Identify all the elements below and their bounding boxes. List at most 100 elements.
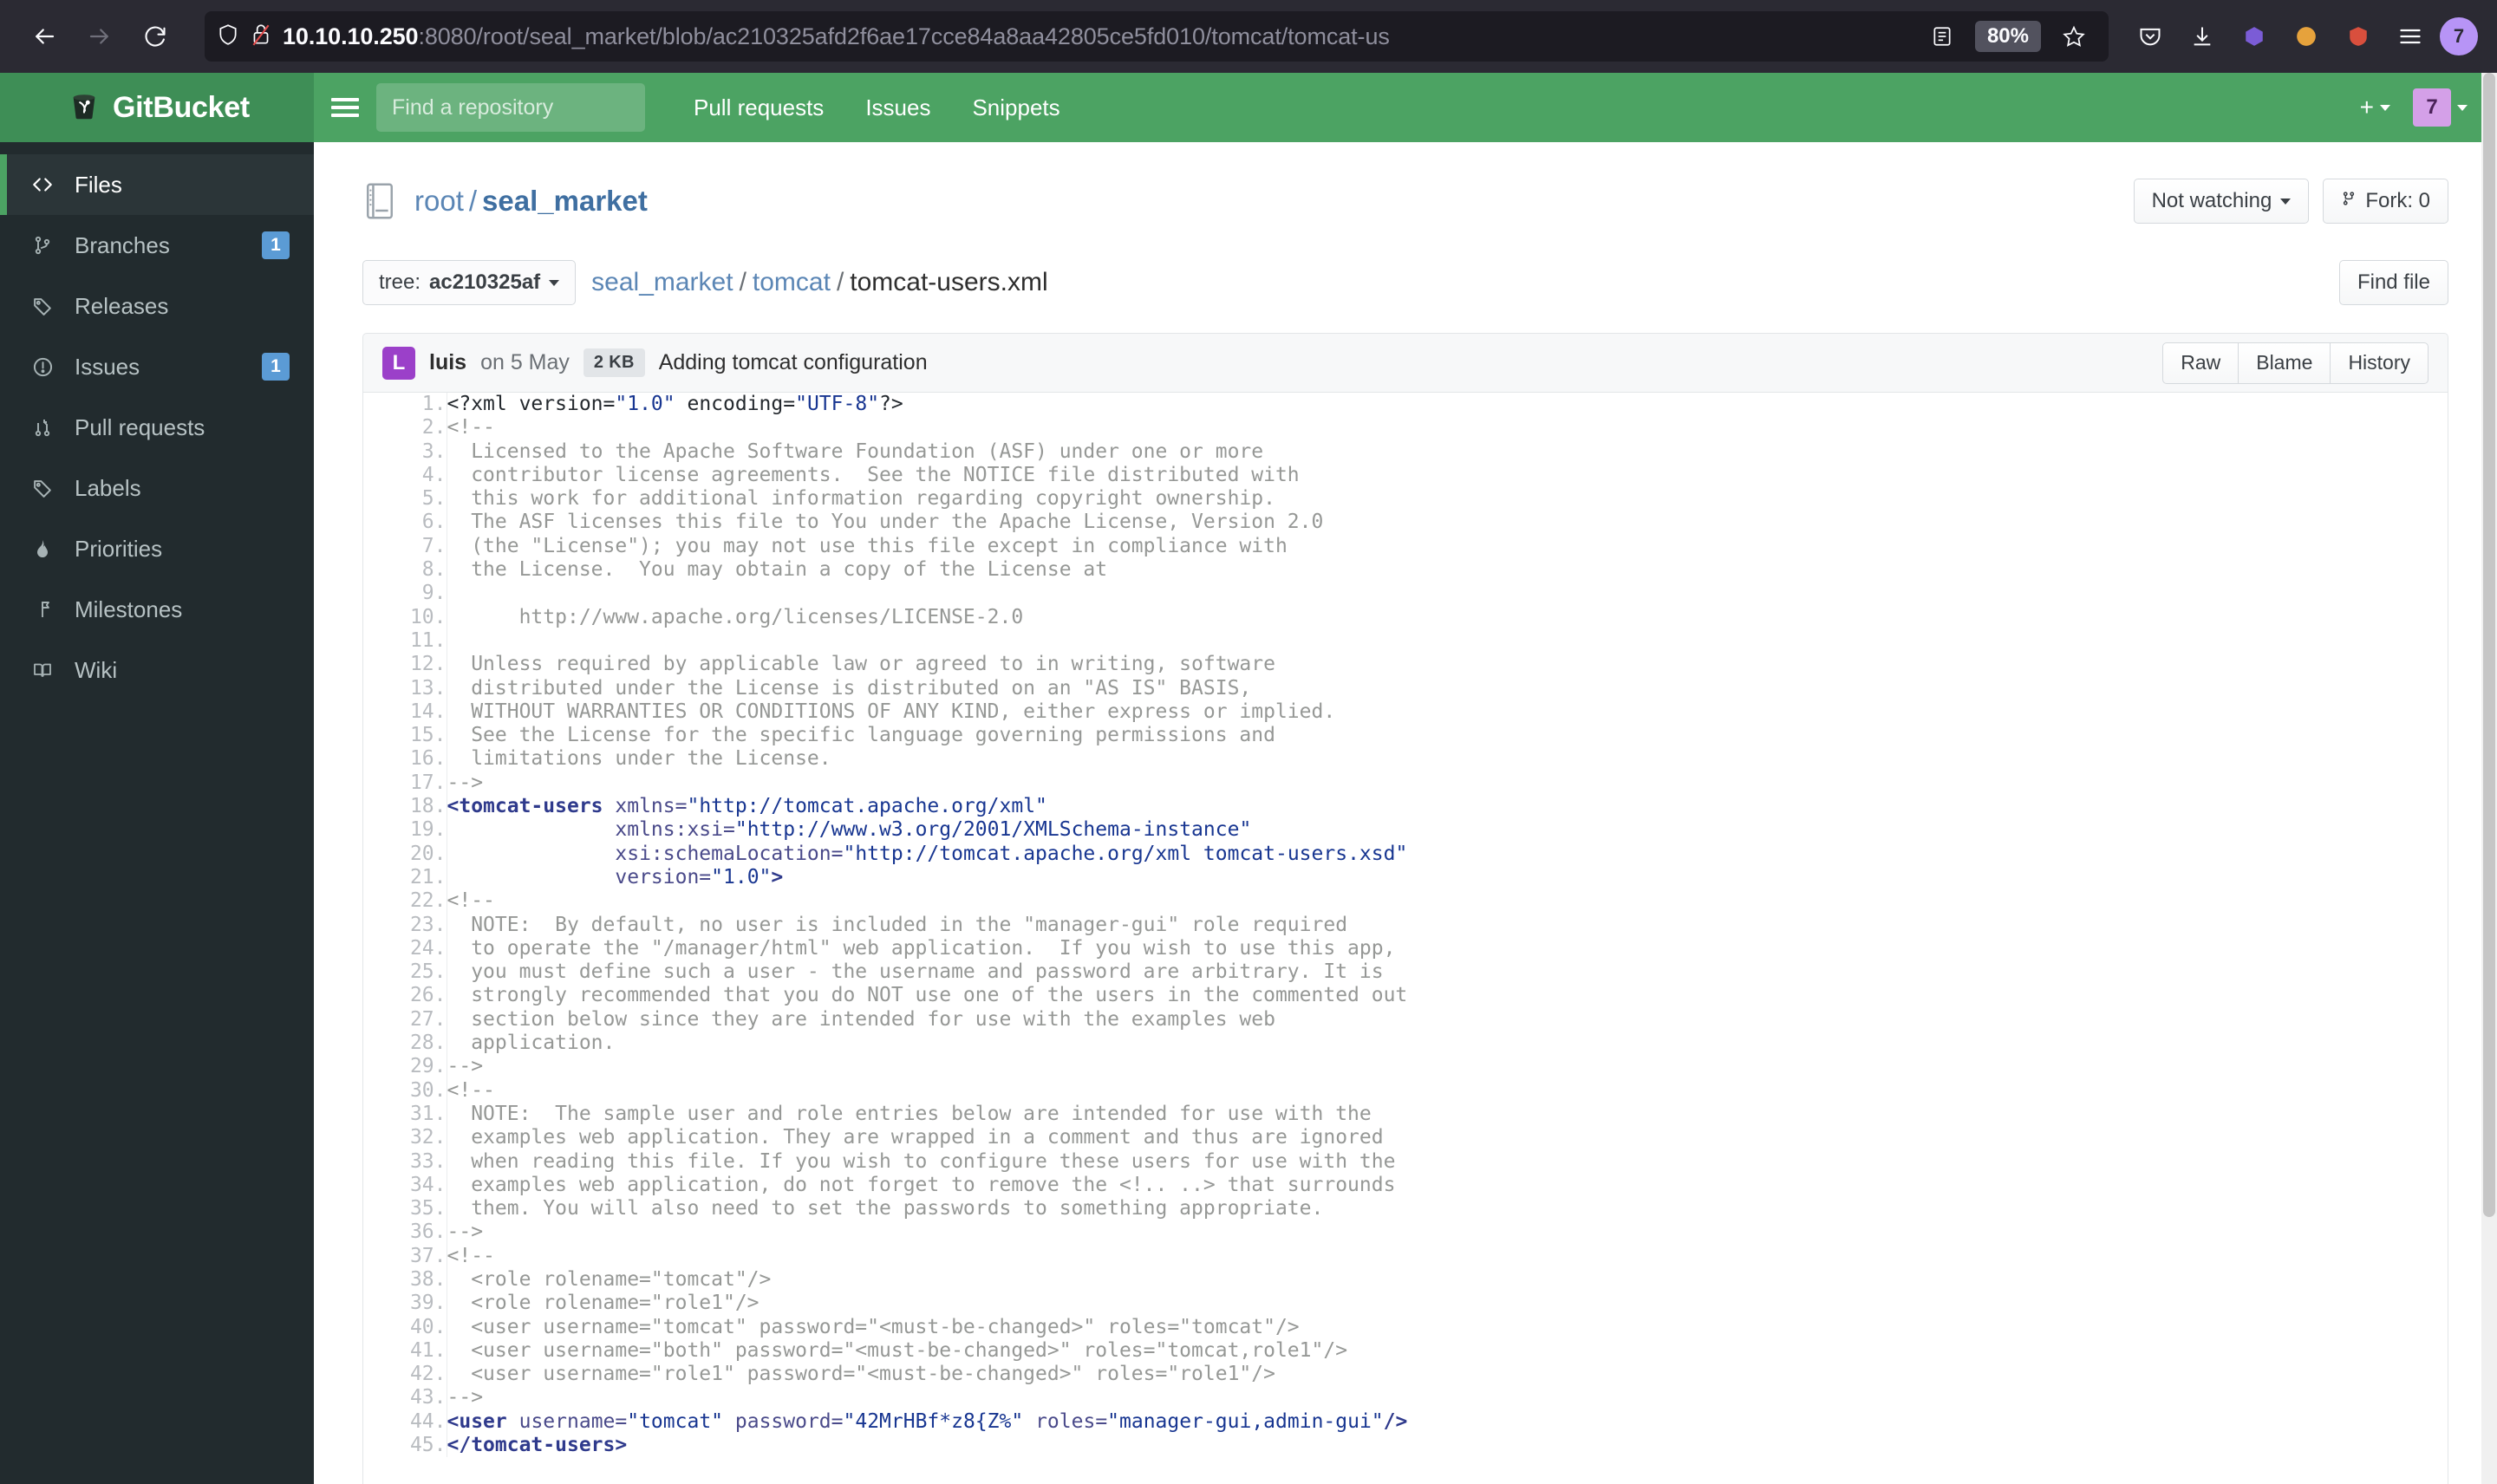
create-new-menu[interactable]: + — [2360, 94, 2390, 121]
line-number[interactable]: 33. — [363, 1149, 447, 1174]
raw-button[interactable]: Raw — [2162, 342, 2239, 384]
line-number[interactable]: 8. — [363, 558, 447, 583]
line-number[interactable]: 39. — [363, 1292, 447, 1316]
tree-selector-button[interactable]: tree: ac210325af — [362, 260, 577, 305]
line-number[interactable]: 36. — [363, 1220, 447, 1245]
line-number[interactable]: 17. — [363, 771, 447, 796]
code-viewer[interactable]: 1. <?xml version="1.0" encoding="UTF-8"?>… — [362, 392, 2448, 1484]
scrollbar-thumb[interactable] — [2483, 73, 2495, 1217]
sidebar-item-pull-requests[interactable]: Pull requests — [0, 397, 314, 458]
sidebar-item-wiki[interactable]: Wiki — [0, 640, 314, 700]
sidebar-item-labels[interactable]: Labels — [0, 458, 314, 518]
code-line-content: application. — [447, 1032, 2448, 1055]
extension-icon[interactable] — [2232, 14, 2277, 59]
code-token: --> — [447, 1386, 484, 1409]
line-number[interactable]: 18. — [363, 795, 447, 819]
hamburger-icon[interactable] — [314, 73, 376, 142]
line-number[interactable]: 43. — [363, 1386, 447, 1410]
sidebar-item-issues[interactable]: Issues 1 — [0, 336, 314, 397]
breadcrumb-folder[interactable]: tomcat — [753, 268, 831, 296]
line-number[interactable]: 32. — [363, 1126, 447, 1150]
star-icon[interactable] — [2051, 14, 2096, 59]
line-number[interactable]: 19. — [363, 818, 447, 843]
line-number[interactable]: 27. — [363, 1007, 447, 1032]
code-token: <!-- — [447, 1244, 495, 1267]
history-button[interactable]: History — [2330, 342, 2429, 384]
hamburger-menu-icon[interactable] — [2388, 14, 2433, 59]
sidebar-item-files[interactable]: Files — [0, 154, 314, 215]
page-scrollbar[interactable] — [2481, 73, 2497, 1484]
line-number[interactable]: 41. — [363, 1338, 447, 1364]
sidebar-item-releases[interactable]: Releases — [0, 276, 314, 336]
line-number[interactable]: 1. — [363, 393, 447, 417]
line-number[interactable]: 40. — [363, 1315, 447, 1339]
app-logo[interactable]: GitBucket — [0, 73, 314, 142]
line-number[interactable]: 3. — [363, 439, 447, 464]
line-number[interactable]: 29. — [363, 1055, 447, 1079]
nav-snippets[interactable]: Snippets — [951, 73, 1080, 142]
line-number[interactable]: 37. — [363, 1244, 447, 1268]
account-icon[interactable] — [2284, 14, 2329, 59]
line-number[interactable]: 15. — [363, 724, 447, 748]
repo-owner-link[interactable]: root — [414, 185, 464, 217]
line-number[interactable]: 38. — [363, 1267, 447, 1292]
nav-pull-requests[interactable]: Pull requests — [673, 73, 844, 142]
profile-avatar[interactable]: 7 — [2440, 17, 2478, 55]
line-number[interactable]: 10. — [363, 605, 447, 629]
line-number[interactable]: 42. — [363, 1363, 447, 1387]
watch-button[interactable]: Not watching — [2133, 179, 2310, 224]
line-number[interactable]: 12. — [363, 653, 447, 677]
reader-view-icon[interactable] — [1920, 14, 1965, 59]
code-token: "http://tomcat.apache.org/xml tomcat-use… — [843, 842, 1408, 865]
line-number[interactable]: 5. — [363, 487, 447, 511]
line-number[interactable]: 16. — [363, 747, 447, 771]
code-line: 10. http://www.apache.org/licenses/LICEN… — [363, 605, 2448, 629]
line-number[interactable]: 26. — [363, 984, 447, 1008]
line-number[interactable]: 34. — [363, 1173, 447, 1198]
line-number[interactable]: 25. — [363, 960, 447, 985]
line-number[interactable]: 20. — [363, 842, 447, 866]
reload-icon[interactable] — [130, 11, 180, 62]
line-number[interactable]: 14. — [363, 700, 447, 725]
forward-arrow-icon[interactable] — [75, 11, 125, 62]
privacy-icon[interactable] — [2336, 14, 2381, 59]
commit-author[interactable]: luis — [429, 350, 466, 375]
fork-button[interactable]: Fork: 0 — [2323, 179, 2448, 224]
zoom-level-badge[interactable]: 80% — [1974, 21, 2041, 52]
sidebar-item-branches[interactable]: Branches 1 — [0, 215, 314, 276]
breadcrumb-repo[interactable]: seal_market — [591, 268, 733, 296]
line-number[interactable]: 4. — [363, 463, 447, 488]
line-number[interactable]: 23. — [363, 913, 447, 937]
line-number[interactable]: 13. — [363, 676, 447, 700]
line-number[interactable]: 6. — [363, 511, 447, 535]
repo-name-link[interactable]: seal_market — [482, 185, 648, 217]
download-icon[interactable] — [2180, 14, 2225, 59]
broken-lock-icon[interactable] — [250, 23, 272, 51]
line-number[interactable]: 24. — [363, 936, 447, 961]
line-number[interactable]: 11. — [363, 628, 447, 654]
blame-button[interactable]: Blame — [2238, 342, 2331, 384]
sidebar-item-milestones[interactable]: Milestones — [0, 579, 314, 640]
line-number[interactable]: 9. — [363, 582, 447, 606]
find-file-button[interactable]: Find file — [2338, 260, 2448, 305]
line-number[interactable]: 44. — [363, 1409, 447, 1435]
line-number[interactable]: 45. — [363, 1434, 447, 1458]
line-number[interactable]: 28. — [363, 1032, 447, 1056]
code-line-content: http://www.apache.org/licenses/LICENSE-2… — [447, 606, 2448, 629]
user-menu[interactable]: 7 — [2413, 88, 2468, 127]
line-number[interactable]: 22. — [363, 889, 447, 914]
line-number[interactable]: 7. — [363, 534, 447, 559]
line-number[interactable]: 31. — [363, 1102, 447, 1127]
code-line-content: Unless required by applicable law or agr… — [447, 653, 2448, 676]
url-bar[interactable]: 10.10.10.250:8080/root/seal_market/blob/… — [205, 11, 2109, 62]
line-number[interactable]: 35. — [363, 1197, 447, 1221]
line-number[interactable]: 21. — [363, 865, 447, 890]
nav-issues[interactable]: Issues — [844, 73, 951, 142]
sidebar-item-priorities[interactable]: Priorities — [0, 518, 314, 579]
back-arrow-icon[interactable] — [19, 11, 69, 62]
line-number[interactable]: 2. — [363, 416, 447, 440]
search-input[interactable] — [376, 83, 645, 132]
pocket-icon[interactable] — [2128, 14, 2173, 59]
line-number[interactable]: 30. — [363, 1078, 447, 1103]
